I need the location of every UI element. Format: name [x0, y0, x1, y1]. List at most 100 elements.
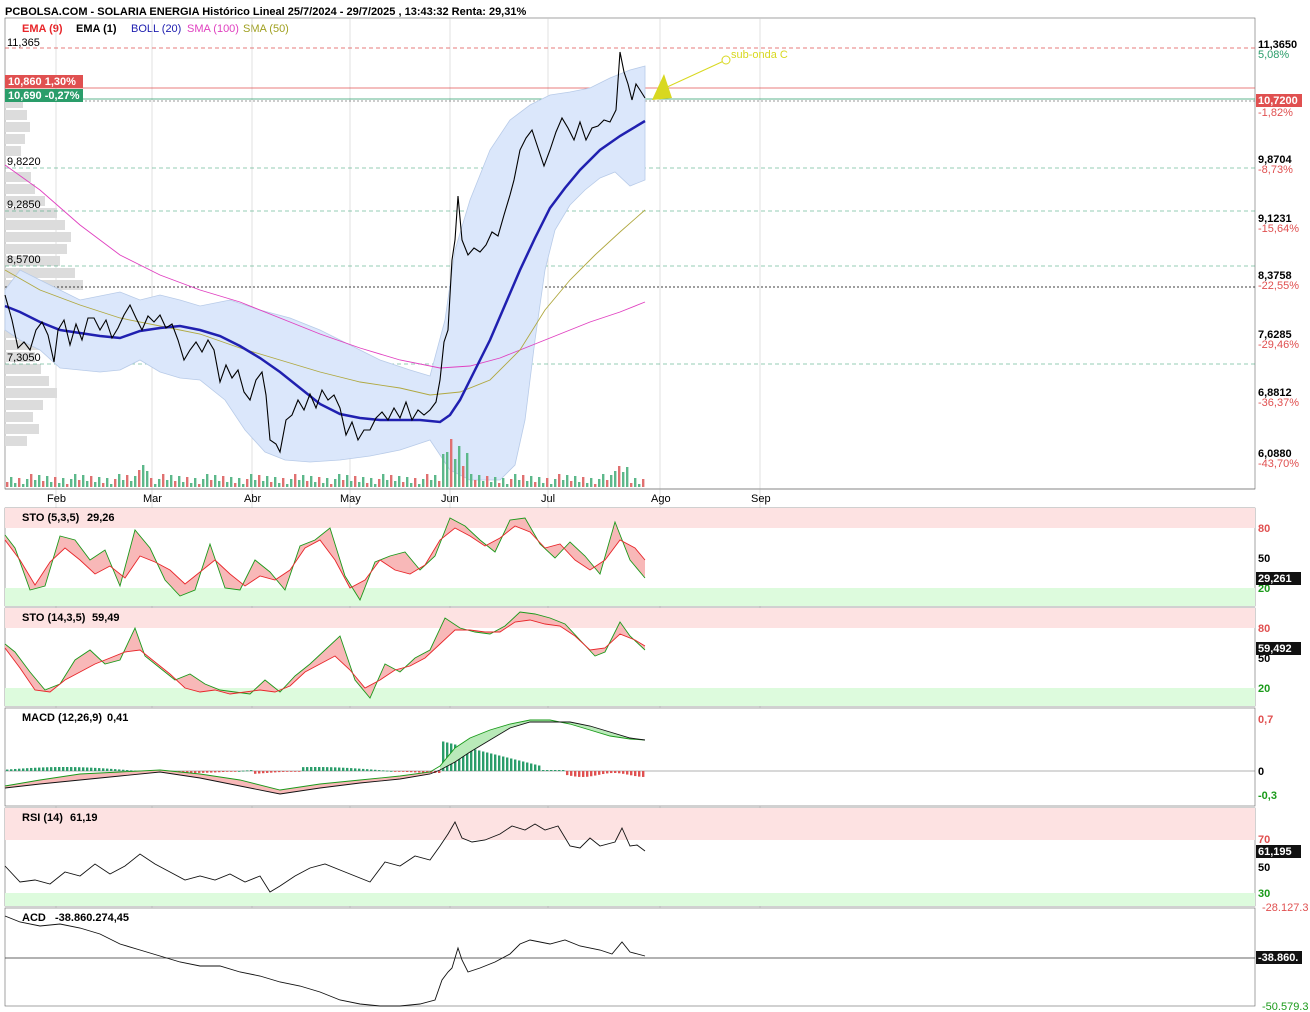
- macd-histogram-bar: [522, 761, 525, 771]
- macd-histogram-bar: [278, 771, 281, 773]
- macd-histogram-bar: [330, 767, 333, 771]
- volume-bar: [30, 474, 33, 487]
- volume-bar: [294, 474, 297, 487]
- macd-histogram-bar: [490, 753, 493, 771]
- volume-bar: [142, 465, 145, 487]
- level-label: 70: [1258, 834, 1270, 846]
- volume-bar: [566, 475, 569, 487]
- acd-badge-value: -38.860.: [1258, 952, 1298, 964]
- macd-histogram-bar: [638, 771, 641, 777]
- sto-slow-badge-value: 59,492: [1258, 643, 1292, 655]
- macd-histogram-bar: [26, 768, 29, 771]
- volume-bar: [414, 478, 417, 487]
- macd-histogram-bar: [114, 769, 117, 771]
- macd-histogram-bar: [394, 771, 397, 772]
- left-level: 8,5700: [7, 254, 41, 266]
- volume-bar: [146, 471, 149, 487]
- macd-histogram-bar: [98, 768, 101, 771]
- volume-bar: [630, 483, 633, 487]
- macd-histogram-bar: [218, 771, 221, 773]
- volume-bar: [382, 474, 385, 487]
- volume-bar: [498, 483, 501, 487]
- month-label: Mar: [143, 493, 162, 505]
- acd-top: -28.127.3: [1262, 902, 1308, 914]
- macd-histogram-bar: [594, 771, 597, 776]
- volume-bar: [130, 481, 133, 487]
- volume-bar: [6, 482, 9, 487]
- volume-bar: [190, 483, 193, 487]
- left-level: 7,3050: [7, 352, 41, 364]
- macd-histogram-bar: [314, 767, 317, 771]
- sto-slow-value: 59,49: [92, 612, 120, 624]
- macd-histogram-bar: [58, 767, 61, 771]
- macd-histogram-bar: [318, 767, 321, 771]
- volume-bar: [438, 481, 441, 487]
- volume-bar: [278, 483, 281, 487]
- volume-bar: [306, 481, 309, 487]
- macd-histogram-bar: [222, 771, 225, 773]
- month-label: May: [340, 493, 361, 505]
- volume-bar: [82, 475, 85, 487]
- macd-histogram-bar: [298, 771, 301, 772]
- volume-bar: [462, 466, 465, 487]
- macd-histogram-bar: [514, 759, 517, 771]
- macd-histogram-bar: [6, 769, 9, 771]
- macd-histogram-bar: [274, 771, 277, 773]
- volume-bar: [554, 479, 557, 487]
- macd-histogram-bar: [566, 771, 569, 776]
- macd-histogram-bar: [74, 767, 77, 771]
- macd-histogram-bar: [246, 770, 249, 772]
- volume-bar: [170, 475, 173, 487]
- macd-histogram-bar: [518, 760, 521, 771]
- macd-histogram-bar: [50, 767, 53, 771]
- volume-bar: [158, 479, 161, 487]
- level-label: -0,3: [1258, 790, 1277, 802]
- volume-bar: [222, 476, 225, 487]
- volume-bar: [182, 482, 185, 487]
- macd-histogram-bar: [618, 771, 621, 774]
- macd-histogram-bar: [90, 767, 93, 771]
- volume-bar: [586, 483, 589, 487]
- legend-ema9: EMA (9): [22, 23, 63, 35]
- macd-histogram-bar: [66, 767, 69, 771]
- macd-histogram-bar: [526, 762, 529, 771]
- volume-bar: [22, 484, 25, 487]
- macd-histogram-bar: [126, 770, 129, 771]
- price-tag-red-label: 10,860 1,30%: [8, 76, 76, 88]
- volume-bar: [358, 482, 361, 487]
- macd-histogram-bar: [562, 770, 565, 771]
- volume-bar: [542, 483, 545, 487]
- volume-bar: [262, 481, 265, 487]
- volume-bar: [322, 483, 325, 487]
- volume-bar: [286, 484, 289, 487]
- volume-bar: [310, 476, 313, 487]
- macd-histogram-bar: [410, 771, 413, 773]
- volume-bar: [638, 484, 641, 487]
- right-axis: 11,3650 5,08% 10,7200 -1,82% 9,8704 -8,7…: [1256, 39, 1302, 470]
- volume-bar: [574, 476, 577, 487]
- macd-histogram-bar: [378, 770, 381, 771]
- current-pct: -1,82%: [1258, 107, 1293, 119]
- annotation-label: sub-onda C: [731, 49, 788, 61]
- volume-bar: [18, 478, 21, 487]
- macd-histogram-bar: [382, 770, 385, 772]
- volume-bar: [282, 478, 285, 487]
- volume-bar: [194, 478, 197, 487]
- volume-bar: [458, 446, 461, 487]
- macd-histogram-bar: [482, 751, 485, 771]
- volume-bar: [242, 484, 245, 487]
- macd-histogram-bar: [234, 771, 237, 772]
- volume-bar: [502, 478, 505, 487]
- macd-histogram-bar: [294, 771, 297, 772]
- macd-histogram-bar: [250, 770, 253, 771]
- volume-bar: [538, 477, 541, 487]
- volume-bar: [50, 482, 53, 487]
- volume-bar: [26, 479, 29, 487]
- volume-bar: [218, 481, 221, 487]
- volume-bar: [302, 475, 305, 487]
- macd-histogram-bar: [106, 768, 109, 771]
- macd-histogram-bar: [46, 767, 49, 771]
- volume-bar: [270, 482, 273, 487]
- volume-bar: [422, 479, 425, 487]
- macd-histogram-bar: [86, 767, 89, 771]
